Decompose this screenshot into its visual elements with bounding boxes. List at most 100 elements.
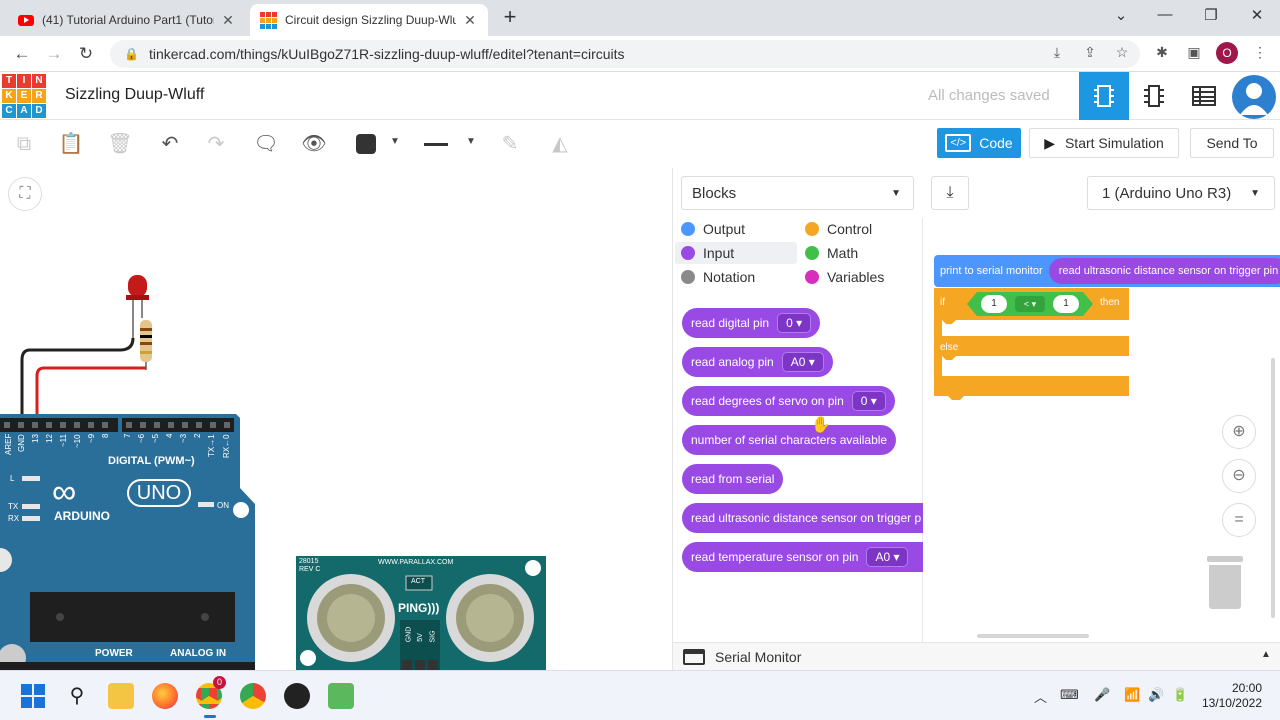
chrome-profile-icon[interactable] <box>240 683 266 709</box>
header-pin-hole[interactable] <box>4 422 10 428</box>
block-read-serial[interactable]: read from serial <box>682 464 784 494</box>
header-pin-hole[interactable] <box>60 422 66 428</box>
code-mode-select[interactable]: Blocks ▼ <box>681 176 914 210</box>
header-pin-hole[interactable] <box>182 422 188 428</box>
header-pin-hole[interactable] <box>196 422 202 428</box>
circuit-canvas[interactable]: ⛶ DIGITAL (PWM~) AREF GND 13 12 ~11 ~10 … <box>0 168 672 670</box>
header-pin-hole[interactable] <box>224 422 230 428</box>
forward-icon[interactable]: → <box>43 43 65 65</box>
category-variables[interactable]: Variables <box>799 266 917 288</box>
workspace-horizontal-scrollbar[interactable] <box>977 634 1089 638</box>
paste-icon[interactable]: 📋 <box>57 130 85 158</box>
category-input[interactable]: Input <box>675 242 797 264</box>
send-to-button[interactable]: Send To <box>1190 128 1274 158</box>
header-pin-hole[interactable] <box>18 422 24 428</box>
chevron-up-icon[interactable]: ︿ <box>1034 687 1047 706</box>
serial-monitor-bar[interactable]: Serial Monitor ▲ <box>673 642 1280 670</box>
block-serial-available[interactable]: number of serial characters available <box>682 425 897 455</box>
header-pin-hole[interactable] <box>140 422 146 428</box>
microphone-icon[interactable]: 🎤 <box>1094 687 1110 703</box>
firefox-icon[interactable] <box>152 683 178 709</box>
profile-avatar[interactable]: O <box>1216 42 1238 64</box>
category-notation[interactable]: Notation <box>675 266 793 288</box>
browser-menu-icon[interactable]: ⋮ <box>1250 44 1270 64</box>
header-pin-hole[interactable] <box>168 422 174 428</box>
comparison-block[interactable]: 1 < ▾ 1 <box>967 292 1093 316</box>
header-pin-hole[interactable] <box>126 422 132 428</box>
notes-icon[interactable]: 🗨 <box>252 130 280 158</box>
pin-dropdown[interactable]: A0 ▾ <box>781 352 824 372</box>
schematic-view-button[interactable] <box>1129 72 1179 120</box>
circuit-view-button[interactable] <box>1079 72 1129 120</box>
resistor[interactable] <box>140 320 152 370</box>
board-select[interactable]: 1 (Arduino Uno R3) ▼ <box>1087 176 1275 210</box>
left-operand[interactable]: 1 <box>981 295 1007 313</box>
block-read-analog-pin[interactable]: read analog pin A0 ▾ <box>682 347 833 377</box>
redo-icon[interactable]: ↷ <box>202 130 230 158</box>
chrome-icon[interactable]: 0 <box>196 676 226 709</box>
pin-dropdown[interactable]: A0 ▾ <box>866 547 909 567</box>
header-pin-hole[interactable] <box>154 422 160 428</box>
zoom-in-icon[interactable]: ⊕ <box>1222 415 1256 449</box>
block-read-servo-degrees[interactable]: read degrees of servo on pin 0 ▾ <box>682 386 895 416</box>
pin-dropdown[interactable]: 0 ▾ <box>777 313 812 333</box>
user-avatar[interactable] <box>1232 75 1276 119</box>
workspace-print-block[interactable]: print to serial monitor read ultrasonic … <box>934 255 1280 287</box>
search-icon[interactable]: ⚲ <box>64 683 90 709</box>
blocks-workspace[interactable]: print to serial monitor read ultrasonic … <box>923 218 1280 643</box>
minimize-icon[interactable]: — <box>1150 6 1180 26</box>
volume-icon[interactable]: 🔊 <box>1148 687 1164 703</box>
new-tab-button[interactable]: + <box>498 5 522 29</box>
component-list-button[interactable] <box>1179 72 1229 120</box>
workspace-vertical-scrollbar[interactable] <box>1271 358 1275 618</box>
zoom-reset-icon[interactable]: = <box>1222 503 1256 537</box>
header-pin-hole[interactable] <box>74 422 80 428</box>
tab-search-icon[interactable]: ⌄ <box>1106 6 1136 26</box>
window-close-icon[interactable]: ✕ <box>1242 6 1272 26</box>
undo-icon[interactable]: ↶ <box>156 130 184 158</box>
obs-icon[interactable] <box>284 683 310 709</box>
operator-dropdown[interactable]: < ▾ <box>1015 296 1045 312</box>
install-icon[interactable]: ⤓ <box>1047 44 1067 64</box>
close-tab-icon[interactable]: ✕ <box>220 12 236 29</box>
design-title[interactable]: Sizzling Duup-Wluff <box>65 86 204 104</box>
tinkercad-logo[interactable]: TIN KER CAD <box>2 74 46 118</box>
zoom-out-icon[interactable]: ⊖ <box>1222 459 1256 493</box>
wire-type-picker[interactable]: ▼ <box>424 134 480 154</box>
delete-icon[interactable]: 🗑 <box>106 130 134 158</box>
right-operand[interactable]: 1 <box>1053 295 1079 313</box>
header-pin-hole[interactable] <box>88 422 94 428</box>
side-panel-icon[interactable]: ▣ <box>1184 44 1204 64</box>
code-button[interactable]: </> Code <box>937 128 1021 158</box>
category-math[interactable]: Math <box>799 242 917 264</box>
windows-start-icon[interactable] <box>20 683 46 709</box>
ground-wire[interactable] <box>20 337 135 426</box>
flip-icon[interactable]: ◭ <box>546 130 574 158</box>
url-field[interactable]: 🔒 tinkercad.com/things/kUuIBgoZ71R-sizzl… <box>110 40 1140 68</box>
share-icon[interactable]: ⇪ <box>1080 44 1100 64</box>
android-app-icon[interactable] <box>328 683 354 709</box>
chevron-up-icon[interactable]: ▲ <box>1261 649 1271 660</box>
color-picker[interactable]: ▼ <box>356 134 406 154</box>
bookmark-star-icon[interactable]: ☆ <box>1112 44 1132 64</box>
view-notes-icon[interactable]: 👁 <box>300 130 328 158</box>
keyboard-icon[interactable]: ⌨ <box>1060 687 1079 703</box>
header-pin-hole[interactable] <box>32 422 38 428</box>
battery-icon[interactable]: 🔋 <box>1172 687 1188 703</box>
trash-icon[interactable] <box>1205 556 1245 610</box>
start-simulation-button[interactable]: ▶ Start Simulation <box>1029 128 1179 158</box>
close-tab-icon[interactable]: ✕ <box>462 12 478 29</box>
reload-icon[interactable]: ↻ <box>75 43 97 65</box>
header-pin-hole[interactable] <box>210 422 216 428</box>
workspace-ultrasonic-block[interactable]: read ultrasonic distance sensor on trigg… <box>1048 258 1280 284</box>
block-read-ultrasonic[interactable]: read ultrasonic distance sensor on trigg… <box>682 503 923 533</box>
download-code-button[interactable]: ⤓ <box>931 176 969 210</box>
category-control[interactable]: Control <box>799 218 917 240</box>
browser-tab-tinkercad[interactable]: Circuit design Sizzling Duup-Wlu ✕ <box>250 4 488 36</box>
rotate-icon[interactable]: ✎ <box>496 130 524 158</box>
block-read-temperature[interactable]: read temperature sensor on pin A0 ▾ <box>682 542 923 572</box>
header-pin-hole[interactable] <box>102 422 108 428</box>
copy-icon[interactable]: ⧉ <box>10 130 38 158</box>
block-read-digital-pin[interactable]: read digital pin 0 ▾ <box>682 308 821 338</box>
system-clock[interactable]: 20:00 13/10/2022 <box>1200 681 1262 711</box>
